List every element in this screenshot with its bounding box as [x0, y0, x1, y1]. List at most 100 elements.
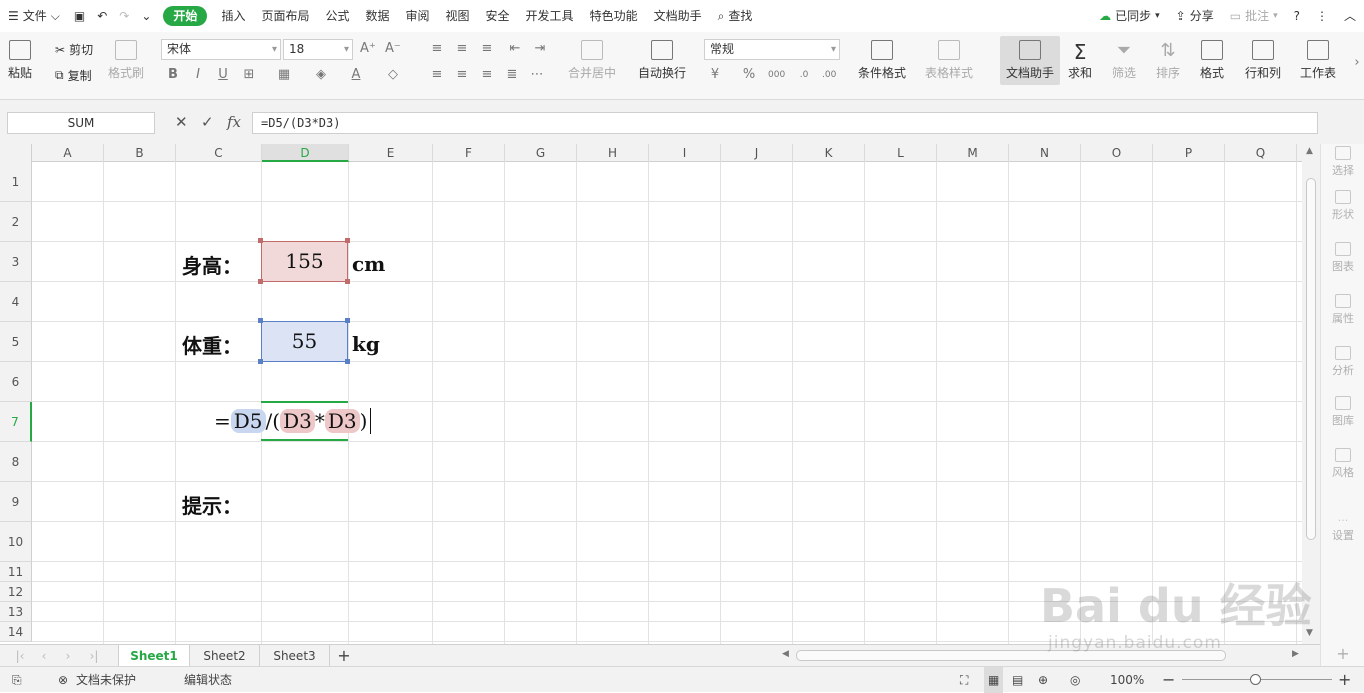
row-header-2[interactable]: 2 — [0, 202, 32, 242]
column-header-o[interactable]: O — [1081, 144, 1153, 162]
zoom-in-icon[interactable]: + — [1338, 667, 1351, 693]
help-icon[interactable]: ? — [1286, 0, 1308, 32]
underline-icon[interactable]: U — [216, 68, 230, 82]
column-header-f[interactable]: F — [433, 144, 505, 162]
column-header-h[interactable]: H — [577, 144, 649, 162]
cell-c9[interactable]: 提示： — [182, 490, 242, 519]
eye-protection-icon[interactable]: ◎ — [1070, 667, 1080, 693]
scroll-thumb[interactable] — [1306, 178, 1316, 540]
sidebar-item-chart[interactable]: 图表 — [1321, 242, 1364, 274]
scroll-up-icon[interactable]: ▲ — [1306, 146, 1313, 156]
cell-c3[interactable]: 身高： — [182, 250, 242, 279]
column-header-a[interactable]: A — [32, 144, 104, 162]
search-button[interactable]: ⌕ 查找 — [710, 0, 761, 32]
row-header-3[interactable]: 3 — [0, 242, 32, 282]
merge-center-button[interactable]: 合并居中 — [568, 40, 616, 81]
cancel-icon[interactable]: ✕ — [175, 113, 188, 131]
sort-button[interactable]: ⇅ 排序 — [1156, 40, 1180, 81]
increase-decimal-icon[interactable]: .0 — [797, 68, 811, 82]
collapse-ribbon-icon[interactable]: ︿ — [1336, 0, 1364, 32]
column-header-e[interactable]: E — [349, 144, 433, 162]
bold-icon[interactable]: B — [166, 68, 180, 82]
percent-icon[interactable]: % — [742, 68, 756, 82]
column-header-p[interactable]: P — [1153, 144, 1225, 162]
normal-view-icon[interactable]: ▦ — [984, 667, 1004, 693]
border-icon[interactable]: ⊞ — [242, 68, 256, 82]
align-top-icon[interactable]: ≡ — [430, 42, 444, 56]
tab-developer[interactable]: 开发工具 — [518, 0, 582, 32]
protection-status[interactable]: 文档未保护 — [76, 667, 136, 693]
tab-special[interactable]: 特色功能 — [582, 0, 646, 32]
cell-e3[interactable]: cm — [352, 252, 385, 276]
sidebar-item-style[interactable]: 风格 — [1321, 448, 1364, 480]
more-icon[interactable]: ⋮ — [1308, 0, 1336, 32]
cell-e5[interactable]: kg — [352, 332, 380, 356]
ribbon-scroll-right-icon[interactable]: › — [1350, 56, 1364, 70]
insert-function-icon[interactable]: fx — [227, 113, 241, 131]
doc-helper-button[interactable]: 文档助手 — [1000, 36, 1061, 85]
scroll-left-icon[interactable]: ◀ — [782, 649, 789, 659]
scroll-right-icon[interactable]: ▶ — [1292, 649, 1299, 659]
add-sheet-icon[interactable]: + — [332, 645, 356, 667]
column-header-b[interactable]: B — [104, 144, 176, 162]
currency-icon[interactable]: ¥ — [708, 68, 722, 82]
selection-handle[interactable] — [345, 359, 350, 364]
copy-button[interactable]: ⧉ 复制 — [55, 67, 92, 84]
horizontal-scrollbar[interactable]: ◀ ▶ — [780, 649, 1310, 663]
page-break-view-icon[interactable]: ▤ — [1012, 667, 1023, 693]
italic-icon[interactable]: I — [191, 68, 205, 82]
next-sheet-icon[interactable]: › — [58, 645, 78, 667]
font-color-icon[interactable]: A — [349, 68, 363, 82]
file-menu[interactable]: ☰ 文件 ⌵ — [0, 0, 68, 32]
decrease-decimal-icon[interactable]: .00 — [822, 68, 836, 82]
reading-mode-icon[interactable]: ⊕ — [1038, 667, 1048, 693]
tab-insert[interactable]: 插入 — [213, 0, 253, 32]
sum-button[interactable]: Σ 求和 — [1068, 40, 1092, 81]
selection-handle[interactable] — [258, 279, 263, 284]
row-header-11[interactable]: 11 — [0, 562, 32, 582]
distributed-icon[interactable]: ⋯ — [530, 68, 544, 82]
sidebar-item-properties[interactable]: 属性 — [1321, 294, 1364, 326]
shrink-font-icon[interactable]: A⁻ — [385, 42, 401, 56]
table-style-button[interactable]: 表格样式 — [925, 40, 973, 81]
format-button[interactable]: 格式 — [1200, 40, 1224, 81]
tab-doc-helper[interactable]: 文档助手 — [646, 0, 710, 32]
row-header-1[interactable]: 1 — [0, 162, 32, 202]
tab-security[interactable]: 安全 — [478, 0, 518, 32]
name-box[interactable]: SUM — [7, 112, 155, 134]
row-header-14[interactable]: 14 — [0, 622, 32, 642]
column-header-n[interactable]: N — [1009, 144, 1081, 162]
sidebar-item-shapes[interactable]: 形状 — [1321, 190, 1364, 222]
row-header-8[interactable]: 8 — [0, 442, 32, 482]
tab-formulas[interactable]: 公式 — [317, 0, 357, 32]
indent-increase-icon[interactable]: ⇥ — [533, 42, 547, 56]
row-header-9[interactable]: 9 — [0, 482, 32, 522]
first-sheet-icon[interactable]: |‹ — [8, 645, 32, 667]
sidebar-item-settings[interactable]: ··· 设置 — [1321, 514, 1364, 543]
indent-decrease-icon[interactable]: ⇤ — [508, 42, 522, 56]
worksheet-button[interactable]: 工作表 — [1300, 40, 1336, 81]
number-format-select[interactable]: 常规 — [704, 39, 840, 60]
filter-button[interactable]: ⏷ 筛选 — [1112, 40, 1136, 81]
row-header-6[interactable]: 6 — [0, 362, 32, 402]
cell-d5[interactable]: 55 — [261, 321, 348, 362]
clear-format-icon[interactable]: ◇ — [386, 68, 400, 82]
column-header-c[interactable]: C — [176, 144, 262, 162]
save-icon[interactable]: ▣ — [68, 0, 91, 32]
column-header-g[interactable]: G — [505, 144, 577, 162]
tab-sheet3[interactable]: Sheet3 — [260, 645, 330, 667]
quick-access-dropdown-icon[interactable]: ⌄ — [135, 0, 157, 32]
align-left-icon[interactable]: ≡ — [430, 68, 444, 82]
macro-icon[interactable]: ⎘ — [12, 667, 22, 693]
sync-status[interactable]: ☁ 已同步 ▾ — [1091, 0, 1168, 32]
thousands-icon[interactable]: 000 — [768, 68, 785, 82]
sidebar-item-analysis[interactable]: 分析 — [1321, 346, 1364, 378]
zoom-level[interactable]: 100% — [1110, 667, 1144, 693]
tab-review[interactable]: 审阅 — [398, 0, 438, 32]
row-header-10[interactable]: 10 — [0, 522, 32, 562]
column-header-m[interactable]: M — [937, 144, 1009, 162]
tab-sheet1[interactable]: Sheet1 — [118, 645, 190, 667]
zoom-slider-thumb[interactable] — [1250, 674, 1261, 685]
sidebar-item-gallery[interactable]: 图库 — [1321, 396, 1364, 428]
column-header-i[interactable]: I — [649, 144, 721, 162]
